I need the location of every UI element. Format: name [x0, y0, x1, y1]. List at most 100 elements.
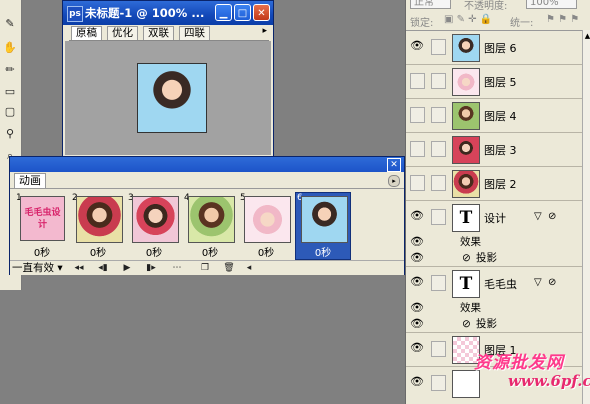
effects-row[interactable]: 👁 效果	[406, 300, 582, 316]
tab-original[interactable]: 原稿	[71, 26, 102, 40]
frame-delay[interactable]: 0秒	[71, 244, 125, 259]
visibility-box[interactable]	[410, 107, 425, 123]
link-box[interactable]	[431, 209, 446, 225]
visibility-box[interactable]	[410, 73, 425, 89]
new-frame-icon[interactable]: ❐	[198, 262, 212, 274]
visibility-box[interactable]	[410, 141, 425, 157]
close-button[interactable]: ✕	[253, 4, 270, 21]
frame-delay[interactable]: 0秒	[183, 244, 237, 259]
text-layer-icon: T	[452, 204, 480, 232]
layer-row[interactable]: 图层 2	[406, 167, 582, 201]
frame-delay[interactable]: 0秒	[15, 244, 69, 259]
blend-mode-select[interactable]: 正常	[410, 0, 451, 9]
lock-icons[interactable]: ▣ ✎ ✛ 🔒	[444, 14, 492, 25]
effects-label: 效果	[460, 302, 481, 314]
eye-icon[interactable]: 👁	[410, 275, 424, 289]
eye-icon[interactable]: 👁	[410, 251, 424, 265]
fx-icon: ⊘	[548, 277, 557, 288]
animation-frame[interactable]: 4 0秒	[182, 192, 238, 260]
animation-close-icon[interactable]: ✕	[387, 158, 401, 172]
brush-tool-icon[interactable]: ✎	[2, 16, 18, 32]
animation-frame[interactable]: 3 0秒	[126, 192, 182, 260]
loop-select[interactable]: 一直有效 ▾	[12, 262, 63, 274]
fx-icon: ⊘	[548, 211, 557, 222]
opacity-input[interactable]: 100%	[526, 0, 577, 9]
eye-icon[interactable]: 👁	[410, 341, 424, 355]
hand-tool-icon[interactable]: ✋	[2, 40, 18, 56]
layer-thumbnail	[452, 370, 480, 398]
rectangle-tool-icon[interactable]: ▭	[2, 84, 18, 100]
frame-delay[interactable]: 0秒	[296, 244, 350, 259]
tab-optimized[interactable]: 优化	[107, 26, 138, 40]
rounded-rect-tool-icon[interactable]: ▢	[2, 104, 18, 120]
layer-row[interactable]: 👁 图层 6	[406, 31, 582, 65]
previous-frame-icon[interactable]: ◂▮	[96, 262, 110, 274]
scroll-arrow-icon[interactable]: ◂	[242, 262, 256, 274]
animation-frame-selected[interactable]: 6 0秒	[295, 192, 351, 260]
animation-frame[interactable]: 1 毛毛虫设计 0秒	[14, 192, 70, 260]
layer-name: 图层 5	[484, 76, 517, 89]
layer-thumbnail	[452, 68, 480, 96]
chevron-down-icon: ▾	[57, 262, 63, 274]
layer-row[interactable]: 图层 5	[406, 65, 582, 99]
effect-icon: ⊘	[462, 252, 471, 264]
frame-thumbnail	[76, 196, 123, 243]
link-box[interactable]	[431, 341, 446, 357]
delete-frame-icon[interactable]: 🗑	[222, 262, 236, 274]
tab-animation[interactable]: 动画	[14, 173, 46, 188]
effect-item-row[interactable]: 👁 ⊘ 投影	[406, 316, 582, 333]
eye-icon[interactable]: 👁	[410, 209, 424, 223]
link-box[interactable]	[431, 73, 446, 89]
layers-scrollbar[interactable]: ▲	[582, 30, 590, 404]
effects-toggle-icon[interactable]: ▽	[534, 277, 542, 288]
unify-icons[interactable]: ⚑ ⚑ ⚑	[546, 14, 579, 25]
frame-thumbnail	[188, 196, 235, 243]
animation-frame[interactable]: 2 0秒	[70, 192, 126, 260]
tab-2up[interactable]: 双联	[143, 26, 174, 40]
document-canvas[interactable]	[65, 41, 271, 155]
link-box[interactable]	[431, 175, 446, 191]
text-layer-row[interactable]: 👁 T 毛毛虫 ▽ ⊘	[406, 267, 582, 300]
effects-row[interactable]: 👁 效果	[406, 234, 582, 250]
effects-toggle-icon[interactable]: ▽	[534, 211, 542, 222]
link-box[interactable]	[431, 375, 446, 391]
tabs-scroll-arrow-icon[interactable]: ▸	[262, 26, 267, 36]
animation-controls: 一直有效 ▾ ◂◂ ◂▮ ▶ ▮▸ ⋯ ❐ 🗑 ◂	[10, 260, 404, 275]
layer-row[interactable]: 图层 3	[406, 133, 582, 167]
document-titlebar[interactable]: ps 未标题-1 @ 100% ... ▁ □ ✕	[63, 1, 273, 25]
play-icon[interactable]: ▶	[120, 262, 134, 274]
eyedropper-tool-icon[interactable]: ⚲	[2, 126, 18, 142]
first-frame-icon[interactable]: ◂◂	[72, 262, 86, 274]
eye-icon[interactable]: 👁	[410, 301, 424, 315]
pencil-tool-icon[interactable]: ✏	[2, 62, 18, 78]
animation-titlebar[interactable]: ✕	[10, 157, 404, 172]
text-layer-row[interactable]: 👁 T 设计 ▽ ⊘	[406, 201, 582, 234]
eye-icon[interactable]: 👁	[410, 317, 424, 331]
maximize-button[interactable]: □	[234, 4, 251, 21]
layer-name: 图层 6	[484, 42, 517, 55]
tween-icon[interactable]: ⋯	[170, 262, 184, 274]
layer-name: 图层 4	[484, 110, 517, 123]
minimize-button[interactable]: ▁	[215, 4, 232, 21]
layer-row[interactable]: 图层 4	[406, 99, 582, 133]
scroll-up-icon[interactable]: ▲	[583, 32, 590, 40]
panel-menu-icon[interactable]: ▸	[388, 175, 400, 187]
eye-icon[interactable]: 👁	[410, 39, 424, 53]
eye-icon[interactable]: 👁	[410, 375, 424, 389]
frame-delay[interactable]: 0秒	[127, 244, 181, 259]
effect-item-row[interactable]: 👁 ⊘ 投影	[406, 250, 582, 267]
link-box[interactable]	[431, 107, 446, 123]
layer-name: 毛毛虫	[484, 278, 517, 291]
frame-thumbnail	[301, 196, 348, 243]
frame-delay[interactable]: 0秒	[239, 244, 293, 259]
eye-icon[interactable]: 👁	[410, 235, 424, 249]
link-box[interactable]	[431, 141, 446, 157]
next-frame-icon[interactable]: ▮▸	[144, 262, 158, 274]
link-box[interactable]	[431, 275, 446, 291]
animation-frame[interactable]: 5 0秒	[238, 192, 294, 260]
link-box[interactable]	[431, 39, 446, 55]
layer-thumbnail	[452, 170, 480, 198]
tab-4up[interactable]: 四联	[179, 26, 210, 40]
visibility-box[interactable]	[410, 175, 425, 191]
layer-name: 图层 3	[484, 144, 517, 157]
